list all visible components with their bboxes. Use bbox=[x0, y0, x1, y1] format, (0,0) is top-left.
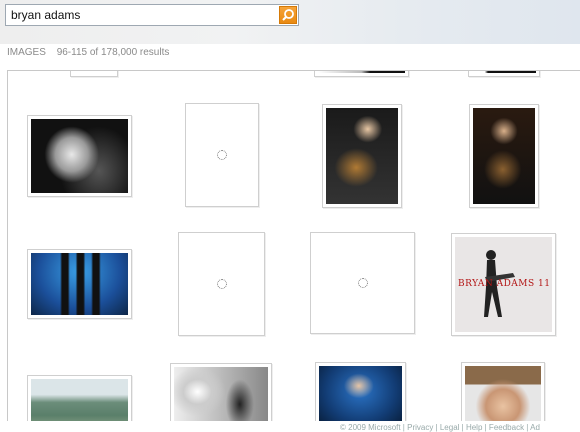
section-label: IMAGES bbox=[7, 47, 46, 58]
image-result-concert-guitar-1[interactable] bbox=[322, 104, 402, 208]
image-result-partial-2[interactable] bbox=[314, 71, 409, 77]
loading-spinner-icon bbox=[357, 278, 368, 288]
image-result-band-stage[interactable] bbox=[27, 249, 132, 319]
image-result-partial-3[interactable] bbox=[468, 71, 540, 77]
results-summary: IMAGES 96-115 of 178,000 results bbox=[7, 47, 177, 58]
image-result-loading-3[interactable] bbox=[310, 232, 415, 334]
image-result-loading-1[interactable] bbox=[185, 103, 259, 207]
search-button[interactable] bbox=[279, 6, 297, 24]
image-result-face-closeup-pic bbox=[465, 366, 541, 421]
loading-spinner-icon bbox=[217, 150, 227, 160]
image-result-mic-stage[interactable] bbox=[315, 362, 406, 421]
search-icon bbox=[282, 9, 294, 21]
image-result-partial-2-pic bbox=[318, 71, 405, 73]
image-result-concert-guitar-2-pic bbox=[473, 108, 535, 204]
image-result-face-closeup[interactable] bbox=[461, 362, 545, 421]
image-result-band-stage-pic bbox=[31, 253, 128, 315]
image-result-concert-guitar-2[interactable] bbox=[469, 104, 539, 208]
image-result-festival-crowd[interactable] bbox=[27, 375, 132, 421]
image-result-album-11[interactable]: BRYAN ADAMS 11 bbox=[451, 233, 556, 336]
image-result-bw-live[interactable] bbox=[170, 363, 272, 421]
search-box bbox=[5, 4, 299, 26]
image-result-loading-2[interactable] bbox=[178, 232, 265, 336]
image-result-concert-guitar-1-pic bbox=[326, 108, 398, 204]
search-input[interactable] bbox=[6, 5, 281, 25]
top-search-bar bbox=[0, 0, 580, 44]
image-result-album-11-pic: BRYAN ADAMS 11 bbox=[455, 237, 552, 332]
image-result-partial-3-pic bbox=[472, 71, 536, 73]
page-footer: © 2009 Microsoft | Privacy | Legal | Hel… bbox=[340, 423, 540, 432]
image-result-bw-portrait[interactable] bbox=[27, 115, 132, 197]
image-result-mic-stage-pic bbox=[319, 366, 402, 421]
loading-spinner-icon bbox=[216, 279, 227, 289]
album-title: BRYAN ADAMS 11 bbox=[458, 279, 551, 289]
image-results-grid: BRYAN ADAMS 11 bbox=[7, 70, 580, 421]
results-range: 96-115 of 178,000 results bbox=[56, 47, 170, 58]
image-result-festival-crowd-pic bbox=[31, 379, 128, 421]
image-result-bw-live-pic bbox=[174, 367, 268, 421]
image-result-bw-portrait-pic bbox=[31, 119, 128, 193]
image-result-partial-1[interactable] bbox=[70, 71, 118, 77]
